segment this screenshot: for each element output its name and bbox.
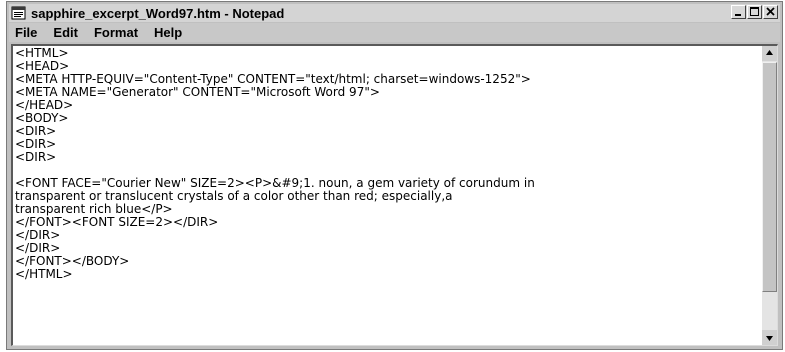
maximize-button[interactable] bbox=[747, 5, 762, 19]
scroll-up-button[interactable] bbox=[762, 46, 777, 61]
editor-text-area[interactable]: <HTML> <HEAD> <META HTTP-EQUIV="Content-… bbox=[15, 47, 761, 345]
window-title: sapphire_excerpt_Word97.htm - Notepad bbox=[31, 5, 285, 21]
notepad-window: sapphire_excerpt_Word97.htm - Notepad Fi… bbox=[6, 1, 783, 350]
minimize-button[interactable] bbox=[731, 5, 746, 19]
notepad-icon bbox=[11, 6, 27, 20]
scroll-thumb[interactable] bbox=[762, 62, 777, 292]
close-button[interactable] bbox=[763, 5, 778, 19]
arrow-up-icon bbox=[766, 50, 773, 55]
editor-line: <DIR> bbox=[15, 137, 57, 151]
maximize-icon bbox=[750, 7, 759, 16]
editor-line: </FONT><FONT SIZE=2></DIR> bbox=[15, 215, 219, 229]
menu-format[interactable]: Format bbox=[86, 25, 146, 40]
editor-line: <HTML> bbox=[15, 47, 69, 60]
menu-help[interactable]: Help bbox=[146, 25, 190, 40]
menu-bar: File Edit Format Help bbox=[9, 23, 780, 42]
editor-line: <DIR> bbox=[15, 150, 57, 164]
editor-line: </FONT></BODY> bbox=[15, 254, 130, 268]
editor-line: <META NAME="Generator" CONTENT="Microsof… bbox=[15, 85, 380, 99]
editor-line: <DIR> bbox=[15, 124, 57, 138]
minimize-icon bbox=[735, 14, 741, 16]
scroll-down-button[interactable] bbox=[762, 330, 777, 345]
editor-line: </HEAD> bbox=[15, 98, 74, 112]
menu-file[interactable]: File bbox=[9, 25, 45, 40]
close-icon bbox=[766, 7, 775, 16]
title-bar[interactable]: sapphire_excerpt_Word97.htm - Notepad bbox=[9, 4, 780, 22]
editor-line: </DIR> bbox=[15, 228, 61, 242]
editor-line: </HTML> bbox=[15, 267, 73, 281]
editor-line: <BODY> bbox=[15, 111, 69, 125]
text-editor[interactable]: <HTML> <HEAD> <META HTTP-EQUIV="Content-… bbox=[11, 44, 778, 346]
menu-edit[interactable]: Edit bbox=[45, 25, 86, 40]
window-controls bbox=[731, 5, 778, 19]
arrow-down-icon bbox=[766, 336, 773, 341]
vertical-scrollbar[interactable] bbox=[762, 46, 777, 345]
